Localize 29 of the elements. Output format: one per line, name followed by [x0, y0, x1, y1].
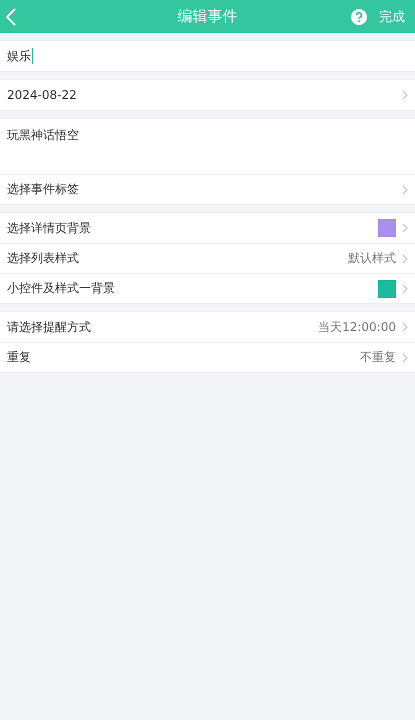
title-field[interactable]: 娱乐: [0, 41, 415, 71]
row-label: 请选择提醒方式: [7, 318, 91, 336]
settings-row[interactable]: 选择事件标签: [0, 174, 415, 204]
help-icon[interactable]: [351, 8, 367, 24]
settings-row[interactable]: 请选择提醒方式 当天12:00:00: [0, 312, 415, 342]
row-label: 小控件及样式一背景: [7, 280, 115, 297]
chevron-icon: [402, 223, 408, 233]
settings-row[interactable]: 重复 不重复: [0, 342, 415, 372]
settings-row[interactable]: 小控件及样式一背景: [0, 273, 415, 303]
chevron-icon: [402, 284, 408, 294]
page-title: 编辑事件: [178, 7, 238, 26]
settings-row[interactable]: 选择详情页背景: [0, 213, 415, 243]
chevron-icon: [402, 90, 408, 100]
row-value: 当天12:00:00: [318, 318, 396, 336]
chevron-icon: [402, 184, 408, 194]
row-value: 默认样式: [348, 250, 396, 267]
note-field[interactable]: 玩黑神话悟空: [0, 119, 415, 174]
chevron-icon: [402, 322, 408, 332]
settings-row[interactable]: 2024-08-22: [0, 80, 415, 110]
row-value: 不重复: [360, 349, 396, 366]
row-label: 选择列表样式: [7, 250, 79, 267]
row-label: 选择详情页背景: [7, 220, 91, 236]
row-label: 重复: [7, 349, 31, 366]
settings-row[interactable]: 选择列表样式 默认样式: [0, 243, 415, 273]
chevron-icon: [402, 254, 408, 264]
row-label: 选择事件标签: [7, 181, 79, 198]
back-icon[interactable]: [6, 8, 16, 26]
chevron-icon: [402, 352, 408, 362]
row-label: 2024-08-22: [7, 88, 77, 102]
